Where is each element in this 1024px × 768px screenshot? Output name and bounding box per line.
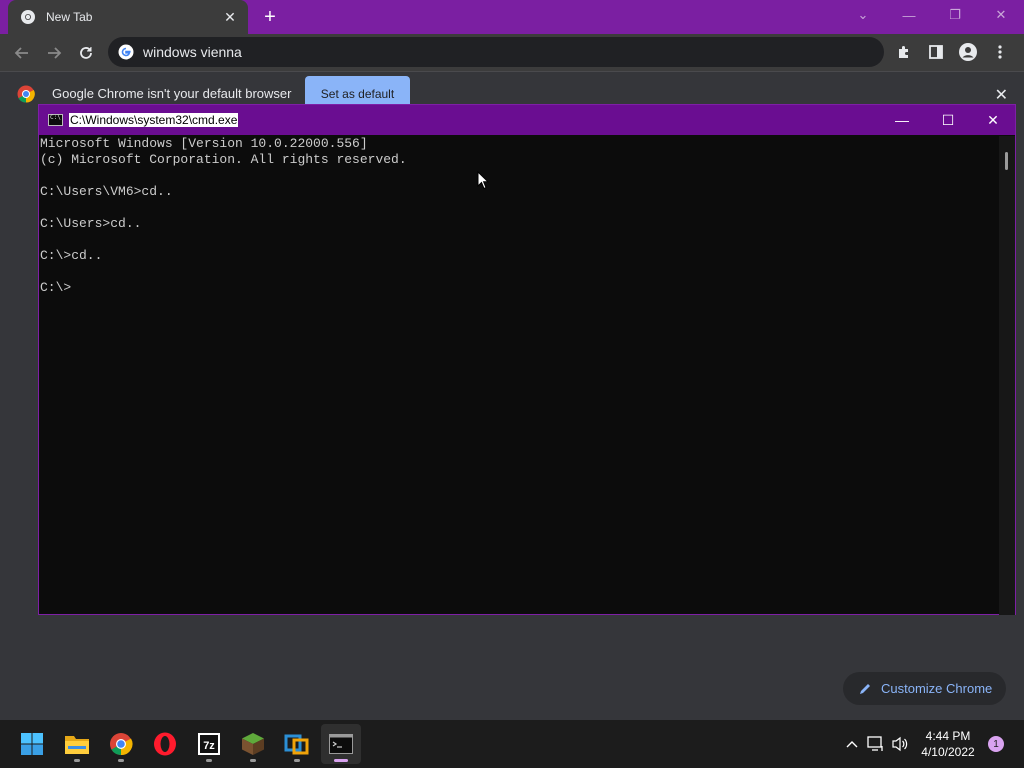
new-tab-button[interactable]: + <box>258 6 282 28</box>
extensions-button[interactable] <box>888 37 920 67</box>
cmd-window: C:\Windows\system32\cmd.exe — ☐ ✕ Micros… <box>38 104 1016 615</box>
omnibox-text: windows vienna <box>143 44 242 60</box>
clock-time: 4:44 PM <box>925 729 971 743</box>
opera-icon <box>154 732 176 756</box>
cmd-close-button[interactable]: ✕ <box>970 105 1016 135</box>
restore-button[interactable]: ❐ <box>932 0 978 30</box>
tab-search-button[interactable]: ⌄ <box>840 0 886 30</box>
console-output[interactable]: Microsoft Windows [Version 10.0.22000.55… <box>39 136 999 615</box>
taskbar: 7z 4:44 PM 4/10/2022 1 <box>0 720 1024 768</box>
network-icon <box>867 736 883 751</box>
taskbar-opera[interactable] <box>145 724 185 764</box>
reload-icon <box>80 46 92 59</box>
google-g-icon <box>118 44 134 60</box>
start-button[interactable] <box>12 724 52 764</box>
forward-button[interactable] <box>38 37 70 69</box>
menu-icon <box>998 45 1002 59</box>
taskbar-chrome[interactable] <box>101 724 141 764</box>
cmd-minimize-button[interactable]: — <box>879 105 925 135</box>
chrome-favicon <box>21 10 35 24</box>
running-indicator <box>74 759 80 762</box>
svg-text:7z: 7z <box>203 740 215 752</box>
show-hidden-icons-button[interactable] <box>840 720 864 768</box>
tab-new-tab[interactable]: New Tab ✕ <box>8 0 248 34</box>
reload-button[interactable] <box>70 37 102 69</box>
taskbar-cmd[interactable] <box>321 724 361 764</box>
running-indicator <box>206 759 212 762</box>
minimize-button[interactable]: — <box>886 0 932 30</box>
file-explorer-icon <box>65 736 89 754</box>
console-line: Microsoft Windows [Version 10.0.22000.55… <box>40 136 368 151</box>
running-indicator <box>118 759 124 762</box>
profile-icon <box>959 43 977 61</box>
clock-date: 4/10/2022 <box>921 745 975 759</box>
browser-toolbar: windows vienna <box>0 34 1024 71</box>
tab-close-icon[interactable]: ✕ <box>222 9 238 26</box>
system-tray: 4:44 PM 4/10/2022 1 <box>840 720 1024 768</box>
scrollbar-thumb[interactable] <box>1005 152 1008 170</box>
back-button[interactable] <box>6 37 38 69</box>
active-indicator <box>334 759 348 762</box>
chevron-up-icon <box>846 741 858 748</box>
customize-chrome-button[interactable]: Customize Chrome <box>843 672 1006 705</box>
console-line: C:\Users>cd.. <box>40 216 142 231</box>
volume-icon <box>892 736 908 752</box>
running-indicator <box>294 759 300 762</box>
network-button[interactable] <box>864 720 888 768</box>
start-icon <box>21 733 43 755</box>
extensions-icon <box>899 46 908 58</box>
virtualbox-icon <box>284 734 309 755</box>
omnibox[interactable]: windows vienna <box>108 37 884 67</box>
mouse-cursor-icon <box>477 171 489 190</box>
cmd-scrollbar[interactable] <box>999 136 1015 615</box>
infobar-message: Google Chrome isn't your default browser <box>52 86 292 101</box>
chrome-logo-icon <box>17 85 35 103</box>
cmd-title-text: C:\Windows\system32\cmd.exe <box>69 113 239 127</box>
console-line: (c) Microsoft Corporation. All rights re… <box>40 152 407 167</box>
side-panel-icon <box>929 45 943 59</box>
tab-strip: New Tab ✕ + ⌄ — ❐ ✕ <box>0 0 1024 34</box>
close-button[interactable]: ✕ <box>978 0 1024 30</box>
pencil-icon <box>860 684 870 694</box>
infobar-close-icon[interactable]: ✕ <box>995 85 1008 105</box>
volume-button[interactable] <box>888 720 912 768</box>
back-icon <box>14 46 28 59</box>
chrome-menu-button[interactable] <box>984 37 1016 67</box>
customize-chrome-label: Customize Chrome <box>881 681 993 696</box>
console-line: C:\>cd.. <box>40 248 103 263</box>
taskbar-file-explorer[interactable] <box>57 724 97 764</box>
side-panel-button[interactable] <box>920 37 952 67</box>
chrome-icon <box>110 733 133 756</box>
forward-icon <box>48 46 62 59</box>
cmd-maximize-button[interactable]: ☐ <box>925 105 971 135</box>
taskbar-virtualbox[interactable] <box>277 724 317 764</box>
notification-badge[interactable]: 1 <box>988 736 1004 752</box>
cmd-app-icon <box>48 114 63 126</box>
cmd-icon <box>329 734 353 754</box>
console-line: C:\> <box>40 280 72 295</box>
tab-title: New Tab <box>46 10 93 24</box>
toolbar-right <box>888 37 1016 67</box>
running-indicator <box>250 759 256 762</box>
taskbar-7zip[interactable]: 7z <box>189 724 229 764</box>
minecraft-icon <box>242 733 264 755</box>
clock[interactable]: 4:44 PM 4/10/2022 <box>912 728 984 760</box>
taskbar-minecraft[interactable] <box>233 724 273 764</box>
cmd-titlebar[interactable]: C:\Windows\system32\cmd.exe — ☐ ✕ <box>39 105 1015 135</box>
console-line: C:\Users\VM6>cd.. <box>40 184 173 199</box>
window-controls: ⌄ — ❐ ✕ <box>840 0 1024 30</box>
7zip-icon: 7z <box>198 733 220 755</box>
profile-button[interactable] <box>952 37 984 67</box>
